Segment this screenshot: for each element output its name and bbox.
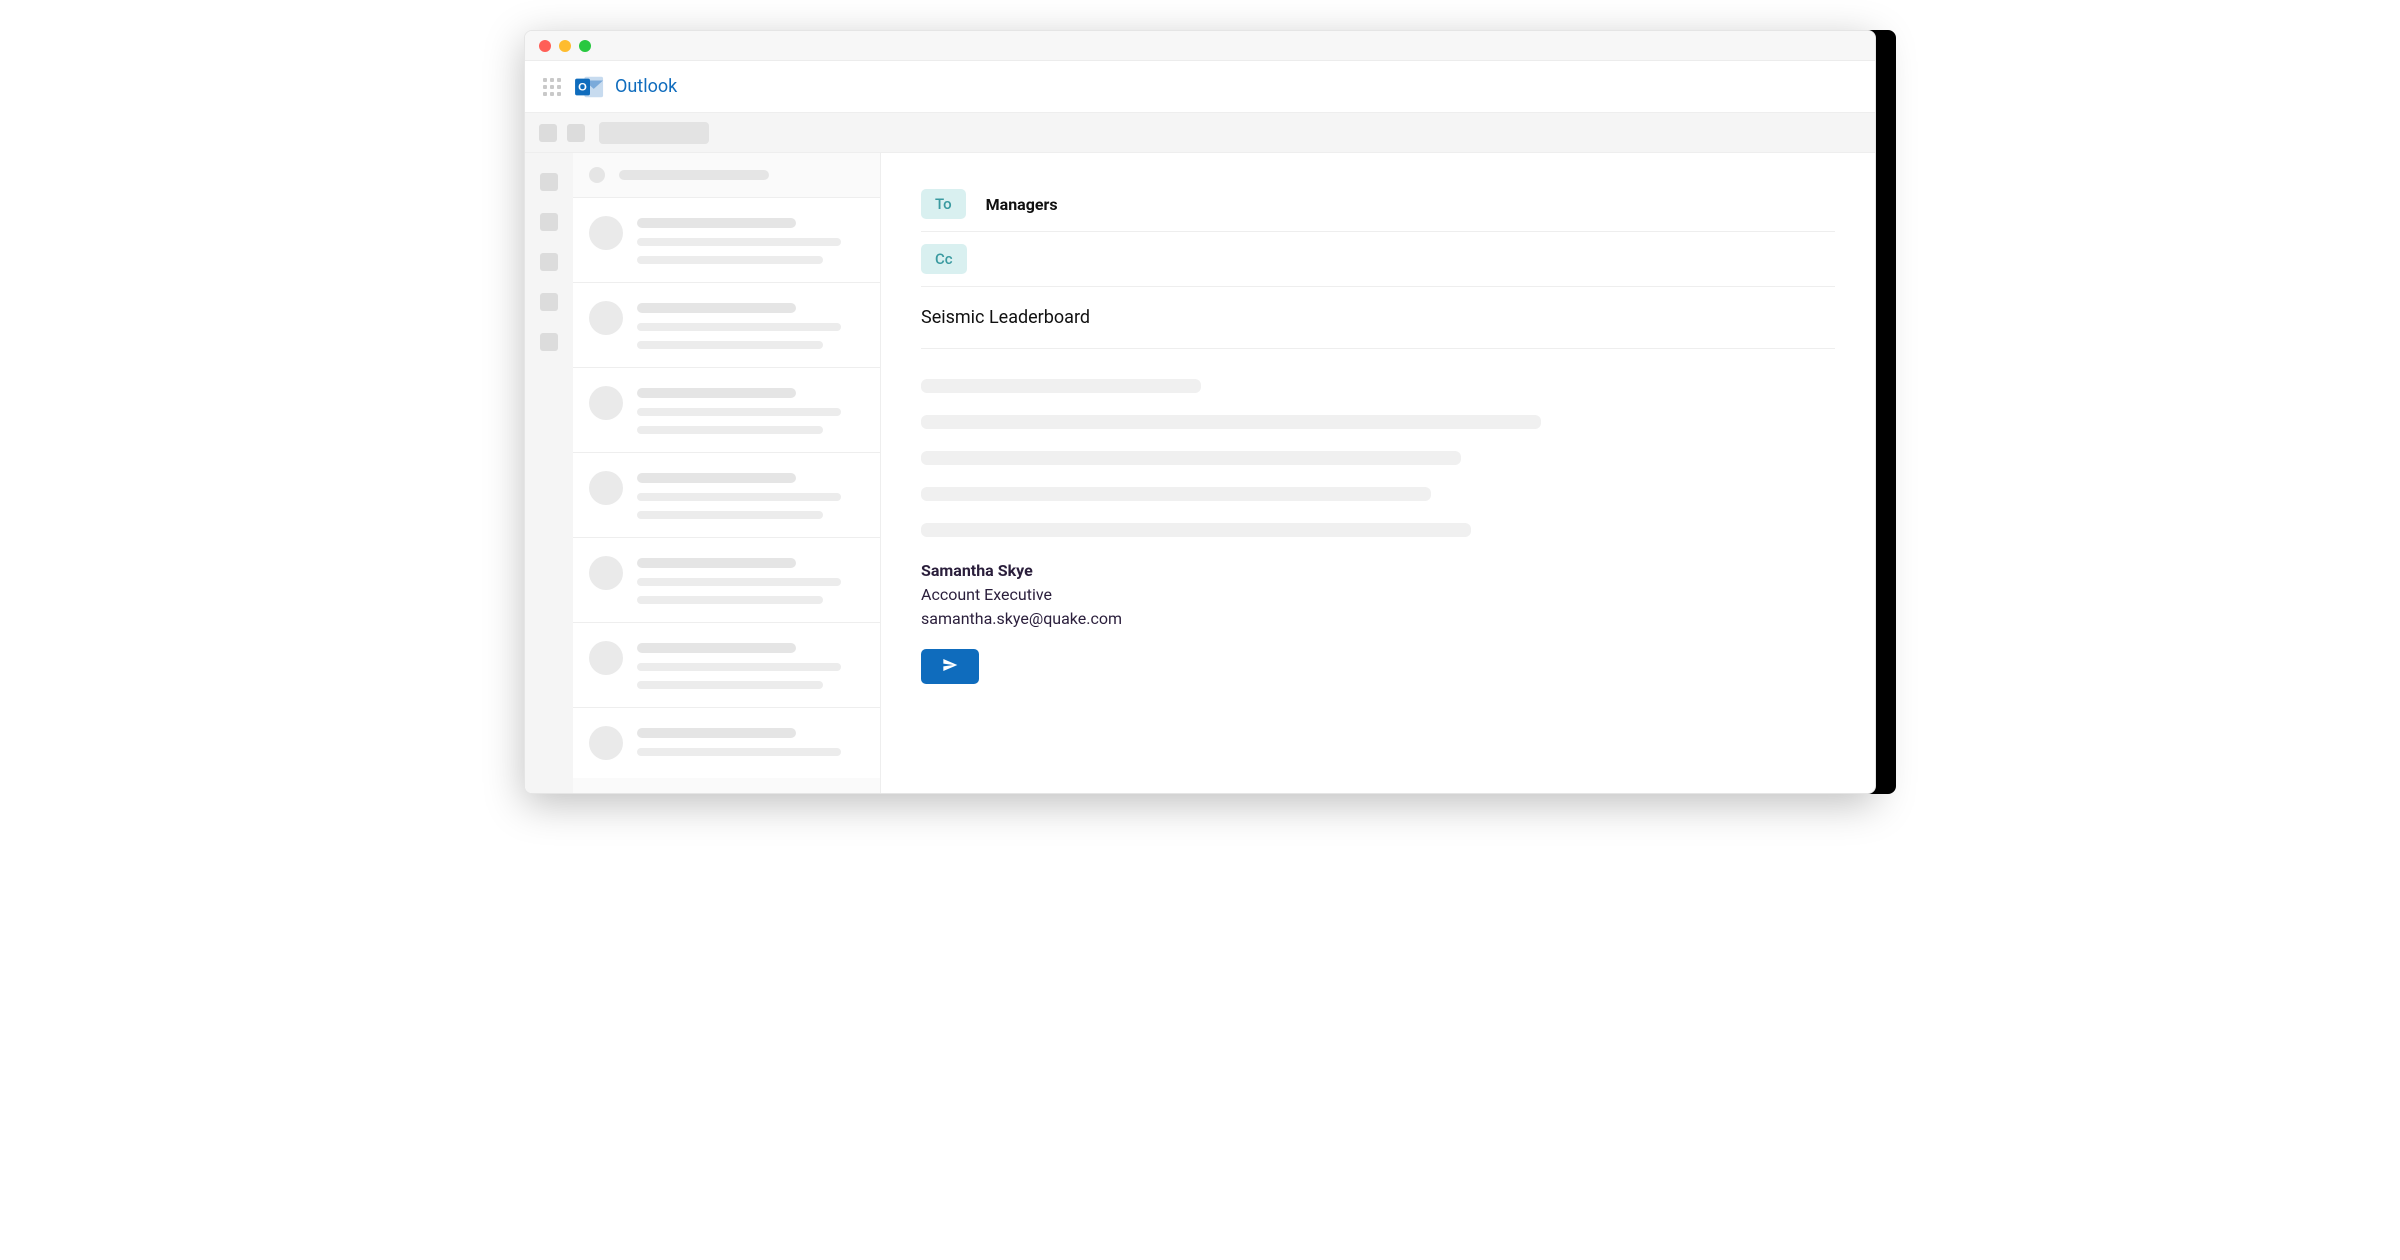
avatar bbox=[589, 301, 623, 335]
rail-nav-item[interactable] bbox=[540, 293, 558, 311]
message-preview-lines bbox=[637, 726, 864, 760]
signature-block: Samantha Skye Account Executive samantha… bbox=[921, 559, 1835, 631]
message-preview-lines bbox=[637, 471, 864, 519]
compose-pane: To Managers Cc Seismic Leaderboard Saman… bbox=[881, 153, 1875, 793]
avatar bbox=[589, 641, 623, 675]
avatar bbox=[589, 386, 623, 420]
message-list-header bbox=[573, 153, 880, 197]
signature-title: Account Executive bbox=[921, 583, 1835, 607]
message-list bbox=[573, 153, 881, 793]
message-item[interactable] bbox=[573, 622, 880, 707]
cc-label-chip[interactable]: Cc bbox=[921, 244, 967, 274]
avatar bbox=[589, 726, 623, 760]
to-field-row: To Managers bbox=[921, 177, 1835, 232]
main-layout: To Managers Cc Seismic Leaderboard Saman… bbox=[525, 153, 1875, 793]
message-item[interactable] bbox=[573, 707, 880, 778]
avatar bbox=[589, 216, 623, 250]
body-placeholder-line bbox=[921, 487, 1431, 501]
window-zoom-button[interactable] bbox=[579, 40, 591, 52]
window-close-button[interactable] bbox=[539, 40, 551, 52]
message-preview-lines bbox=[637, 216, 864, 264]
window-titlebar bbox=[525, 31, 1875, 61]
body-placeholder-line bbox=[921, 379, 1201, 393]
body-placeholder-line bbox=[921, 451, 1461, 465]
subject-text: Seismic Leaderboard bbox=[921, 307, 1090, 328]
rail-nav-item[interactable] bbox=[540, 253, 558, 271]
app-brand[interactable]: O Outlook bbox=[575, 73, 677, 101]
subject-field[interactable]: Seismic Leaderboard bbox=[921, 287, 1835, 349]
message-item[interactable] bbox=[573, 537, 880, 622]
window-minimize-button[interactable] bbox=[559, 40, 571, 52]
signature-email: samantha.skye@quake.com bbox=[921, 607, 1835, 631]
to-recipient[interactable]: Managers bbox=[986, 195, 1058, 214]
message-preview-lines bbox=[637, 386, 864, 434]
list-header-placeholder bbox=[619, 170, 769, 180]
message-item[interactable] bbox=[573, 282, 880, 367]
toolbar bbox=[525, 113, 1875, 153]
waffle-icon[interactable] bbox=[543, 78, 561, 96]
send-icon bbox=[941, 657, 959, 676]
list-header-icon bbox=[589, 167, 605, 183]
rail-nav-item[interactable] bbox=[540, 173, 558, 191]
body-placeholder-line bbox=[921, 523, 1471, 537]
message-item[interactable] bbox=[573, 452, 880, 537]
outlook-logo-icon: O bbox=[575, 73, 605, 101]
to-label-chip[interactable]: To bbox=[921, 189, 966, 219]
avatar bbox=[589, 471, 623, 505]
app-window: O Outlook bbox=[524, 30, 1876, 794]
message-preview-lines bbox=[637, 641, 864, 689]
svg-text:O: O bbox=[578, 81, 587, 93]
message-preview-lines bbox=[637, 301, 864, 349]
toolbar-placeholder-control[interactable] bbox=[599, 122, 709, 144]
rail-nav-item[interactable] bbox=[540, 333, 558, 351]
send-button[interactable] bbox=[921, 649, 979, 684]
message-item[interactable] bbox=[573, 367, 880, 452]
email-body[interactable]: Samantha Skye Account Executive samantha… bbox=[921, 349, 1835, 694]
app-title: Outlook bbox=[615, 76, 677, 97]
message-item[interactable] bbox=[573, 197, 880, 282]
toolbar-placeholder-button[interactable] bbox=[567, 124, 585, 142]
left-rail bbox=[525, 153, 573, 793]
toolbar-placeholder-button[interactable] bbox=[539, 124, 557, 142]
signature-name: Samantha Skye bbox=[921, 559, 1835, 583]
body-placeholder-line bbox=[921, 415, 1541, 429]
cc-field-row: Cc bbox=[921, 232, 1835, 287]
avatar bbox=[589, 556, 623, 590]
message-preview-lines bbox=[637, 556, 864, 604]
app-header: O Outlook bbox=[525, 61, 1875, 113]
rail-nav-item[interactable] bbox=[540, 213, 558, 231]
